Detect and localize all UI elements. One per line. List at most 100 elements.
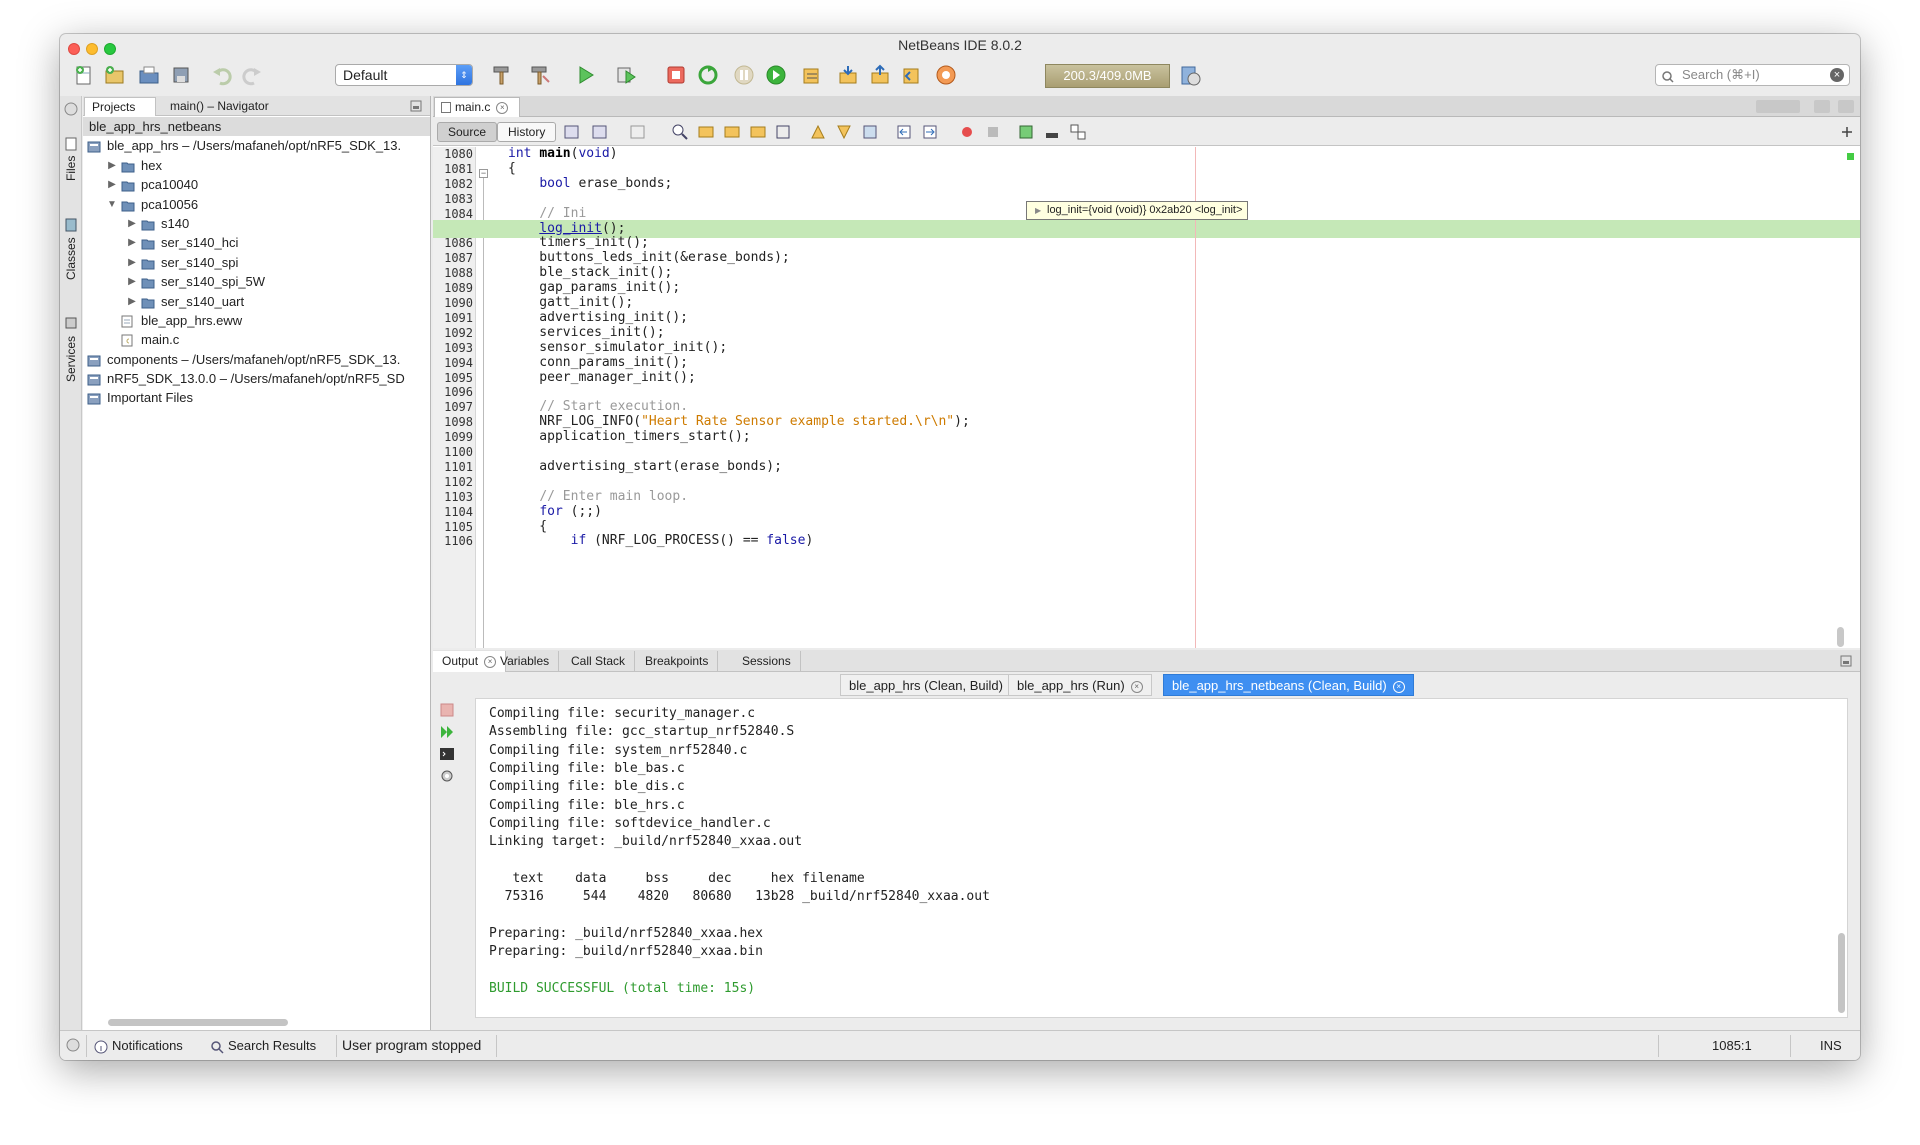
last-edit-icon[interactable] (563, 123, 581, 141)
previous-bookmark-icon[interactable] (809, 123, 827, 141)
new-file-button[interactable] (70, 61, 98, 89)
expand-arrow-icon[interactable]: ▶ (107, 156, 117, 175)
pause-button[interactable] (730, 61, 758, 89)
tree-item[interactable]: ▶ ser_s140_hci (83, 233, 430, 252)
code-area[interactable]: 1080 1081 1082 1083 1084 1086 1087 1088 1089 1090… (433, 147, 1860, 648)
tree-item[interactable]: components – /Users/mafaneh/opt/nRF5_SDK… (83, 350, 430, 369)
search-results-button[interactable]: Search Results (210, 1038, 316, 1054)
output-settings-icon[interactable] (439, 768, 457, 786)
side-tab-services[interactable]: Services (62, 304, 80, 394)
tree-item[interactable]: ▶ ser_s140_uart (83, 292, 430, 311)
output-scrollbar[interactable] (1838, 933, 1845, 1013)
new-project-button[interactable] (100, 61, 128, 89)
vertical-scrollbar[interactable] (1837, 627, 1844, 647)
tree-item[interactable]: ▶ ser_s140_spi_5W (83, 272, 430, 291)
caret-position[interactable]: 1085:1 (1712, 1038, 1752, 1053)
tab-projects[interactable]: Projects× (84, 97, 156, 132)
profiler-button[interactable] (1176, 61, 1204, 89)
toggle-bookmark-icon[interactable] (861, 123, 879, 141)
finish-debugger-button[interactable] (662, 61, 690, 89)
restart-button[interactable] (694, 61, 722, 89)
redo-button[interactable] (238, 61, 266, 89)
clear-search-icon[interactable]: × (1830, 68, 1844, 82)
search-field[interactable]: Search (⌘+I) × (1655, 64, 1850, 86)
notifications-button[interactable]: Notifications (94, 1038, 183, 1054)
output-console[interactable]: Compiling file: security_manager.c Assemb… (475, 698, 1848, 1018)
minimize-output-icon[interactable] (1840, 655, 1852, 670)
rect-select-icon[interactable] (775, 123, 793, 141)
tree-item[interactable]: ▶ ser_s140_spi (83, 253, 430, 272)
tab-navigator[interactable]: main() – Navigator (163, 97, 276, 116)
expand-arrow-icon[interactable]: ▶ (127, 233, 137, 252)
run-button[interactable] (572, 61, 600, 89)
start-macro-icon[interactable] (958, 123, 976, 141)
horizontal-scrollbar[interactable] (108, 1019, 288, 1026)
rerun-icon[interactable] (439, 724, 457, 742)
debug-button[interactable] (612, 61, 640, 89)
output-subtab[interactable]: ble_app_hrs (Clean, Build)× (840, 674, 1030, 696)
close-window-button[interactable] (68, 43, 80, 55)
back-icon[interactable] (591, 123, 609, 141)
split-editor-icon[interactable] (1838, 123, 1856, 141)
step-over-button[interactable] (798, 61, 826, 89)
tree-item[interactable]: ble_app_hrs.eww (83, 311, 430, 330)
tree-item[interactable]: ▶ hex (83, 156, 430, 175)
zoom-window-button[interactable] (104, 43, 116, 55)
side-tab-classes[interactable]: Classes (62, 204, 80, 294)
uncomment-icon[interactable] (1043, 123, 1061, 141)
show-sidebar-icon[interactable] (65, 1037, 81, 1056)
diff-icon[interactable] (1069, 123, 1087, 141)
tree-item[interactable]: nRF5_SDK_13.0.0 – /Users/mafaneh/opt/nRF… (83, 369, 430, 388)
stop-output-icon[interactable] (439, 702, 457, 720)
tree-item[interactable]: main.c (83, 330, 430, 349)
build-button[interactable] (488, 61, 516, 89)
tab-breakpoints[interactable]: Breakpoints (636, 651, 719, 672)
tree-item[interactable]: ble_app_hrs – /Users/mafaneh/opt/nRF5_SD… (83, 136, 430, 155)
output-subtab[interactable]: ble_app_hrs (Run) × (1008, 674, 1152, 696)
minimize-panel-icon[interactable] (410, 100, 422, 115)
side-tab-files[interactable]: Files (62, 124, 80, 194)
clean-build-button[interactable] (526, 61, 554, 89)
variable-tooltip[interactable]: ▶ log_init={void (void)} 0x2ab20 <log_ini… (1026, 201, 1249, 220)
step-out-button[interactable] (866, 61, 894, 89)
maximize-window-button[interactable] (1838, 100, 1854, 113)
continue-button[interactable] (762, 61, 790, 89)
code-line[interactable]: if (NRF_LOG_PROCESS() == false) (433, 532, 1860, 550)
expand-triangle-icon[interactable]: ▶ (1035, 202, 1041, 219)
configuration-select[interactable]: Default ⇕ (335, 64, 473, 86)
output-subtab[interactable]: ble_app_hrs_netbeans (Clean, Build) × (1163, 674, 1414, 696)
history-button[interactable]: History (497, 122, 557, 142)
expand-arrow-icon[interactable]: ▶ (127, 272, 137, 291)
stop-macro-icon[interactable] (984, 123, 1002, 141)
tree-item[interactable]: ble_app_hrs_netbeans (83, 117, 430, 137)
minimize-window-button[interactable] (86, 43, 98, 55)
close-tab-icon[interactable]: × (1130, 680, 1143, 693)
tree-item[interactable]: ▼ pca10056 (83, 195, 430, 214)
next-bookmark-icon[interactable] (835, 123, 853, 141)
find-previous-icon[interactable] (697, 123, 715, 141)
tree-item[interactable]: ▶ s140 (83, 214, 430, 233)
find-next-icon[interactable] (723, 123, 741, 141)
comment-icon[interactable] (1017, 123, 1035, 141)
memory-usage-indicator[interactable]: 200.3/409.0MB (1045, 64, 1170, 88)
tree-item[interactable]: Important Files (83, 388, 430, 407)
run-to-cursor-button[interactable] (898, 61, 926, 89)
close-tab-icon[interactable]: × (496, 101, 509, 114)
minimize-group-icon[interactable] (64, 102, 78, 119)
show-opened-documents-button[interactable] (1814, 100, 1830, 113)
step-into-button[interactable] (834, 61, 862, 89)
open-project-button[interactable] (135, 61, 163, 89)
expand-arrow-icon[interactable]: ▶ (107, 175, 117, 194)
collapse-arrow-icon[interactable]: ▼ (107, 195, 117, 214)
tab-call-stack[interactable]: Call Stack (562, 651, 636, 672)
save-all-button[interactable] (168, 61, 196, 89)
source-button[interactable]: Source (437, 122, 498, 142)
expand-arrow-icon[interactable]: ▶ (127, 292, 137, 311)
apply-code-changes-button[interactable] (932, 61, 960, 89)
undo-button[interactable] (208, 61, 236, 89)
tab-variables[interactable]: Variables (491, 651, 560, 672)
tab-main-c[interactable]: main.c × (434, 97, 520, 117)
expand-arrow-icon[interactable]: ▶ (127, 253, 137, 272)
shift-right-icon[interactable] (921, 123, 939, 141)
tree-item[interactable]: ▶ pca10040 (83, 175, 430, 194)
